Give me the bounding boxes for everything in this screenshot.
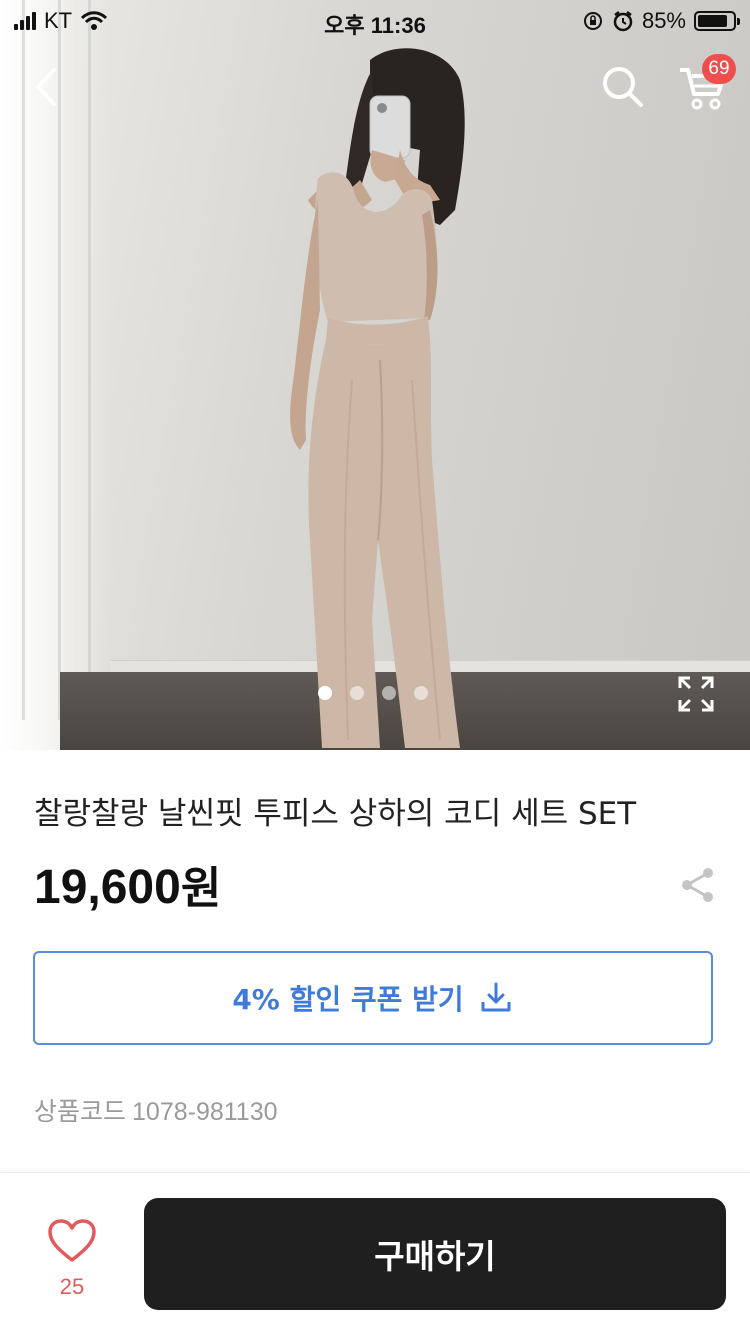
product-image[interactable]: [0, 0, 750, 750]
gallery-dot[interactable]: [350, 686, 364, 700]
rotation-lock-icon: [583, 12, 602, 30]
share-icon[interactable]: [680, 866, 716, 904]
product-code-label: 상품코드: [34, 1097, 127, 1126]
search-icon[interactable]: [600, 64, 646, 110]
coupon-label: 4% 할인 쿠폰 받기: [232, 983, 464, 1016]
product-code: 상품코드 1078-981130: [34, 1092, 278, 1128]
coupon-download-button[interactable]: 4% 할인 쿠폰 받기: [33, 951, 713, 1045]
heart-icon: [48, 1219, 96, 1262]
product-title: 찰랑찰랑 날씬핏 투피스 상하의 코디 세트 SET: [34, 796, 637, 832]
battery-percent: 85%: [641, 8, 686, 33]
chevron-left-icon[interactable]: [28, 62, 72, 112]
download-icon: [481, 982, 511, 1012]
gallery-pagination: [318, 686, 428, 700]
status-right: 85%: [582, 8, 740, 34]
price-value: 19,600: [34, 861, 181, 914]
battery-icon: [694, 11, 740, 31]
like-count: 25: [59, 1274, 85, 1299]
gallery-dot[interactable]: [318, 686, 332, 700]
buy-button[interactable]: 구매하기: [144, 1198, 726, 1310]
expand-icon[interactable]: [676, 674, 716, 714]
alarm-icon: [613, 11, 633, 32]
gallery-dot[interactable]: [414, 686, 428, 700]
product-price: 19,600원: [34, 852, 221, 916]
price-currency: 원: [180, 863, 222, 914]
model-figure: [290, 48, 465, 748]
product-code-value: 1078-981130: [132, 1098, 278, 1126]
status-bar: KT 오후 11:36 85%: [0, 0, 750, 40]
gallery-dot[interactable]: [382, 686, 396, 700]
like-button[interactable]: 25: [40, 1218, 104, 1308]
cart-count-badge: 69: [702, 54, 736, 84]
